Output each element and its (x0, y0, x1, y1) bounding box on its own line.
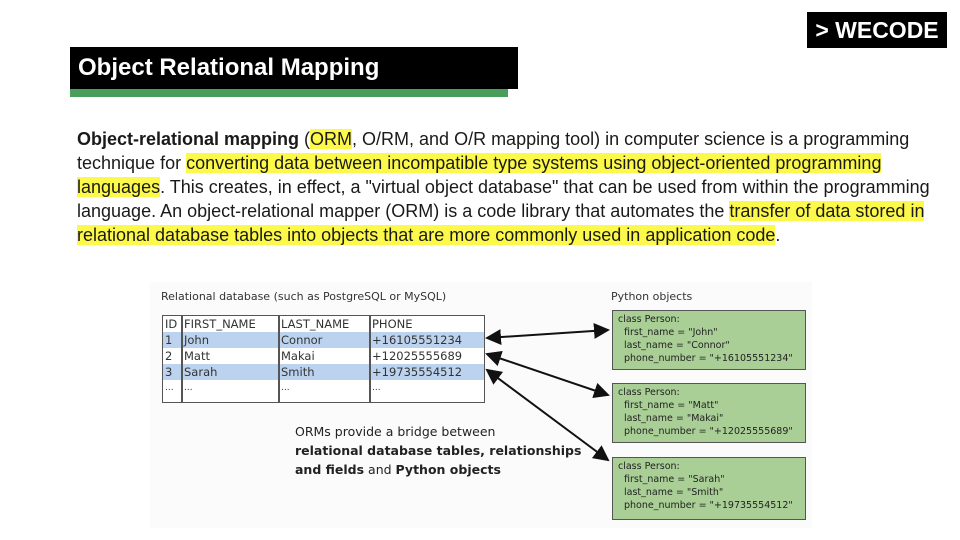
slide-title: Object Relational Mapping (70, 47, 518, 89)
term-bold: Object-relational mapping (77, 129, 300, 149)
bridge-note: ORMs provide a bridge between relational… (295, 422, 595, 479)
definition-paragraph: Object-relational mapping (ORM, O/RM, an… (77, 127, 947, 247)
text-run: . (775, 225, 781, 245)
orm-diagram: Relational database (such as PostgreSQL … (150, 282, 812, 528)
note-text: ORMs provide a bridge between (295, 424, 496, 439)
arrow-row-1 (485, 322, 610, 346)
note-bold: Python objects (395, 462, 501, 477)
brand-logo: > WECODE (807, 12, 947, 48)
arrow-row-2 (485, 350, 610, 399)
mapping-arrows (485, 322, 610, 462)
highlight-orm: ORM (310, 129, 353, 149)
title-underline (70, 89, 508, 97)
text-run: ( (299, 129, 311, 149)
note-text: and (364, 462, 396, 477)
